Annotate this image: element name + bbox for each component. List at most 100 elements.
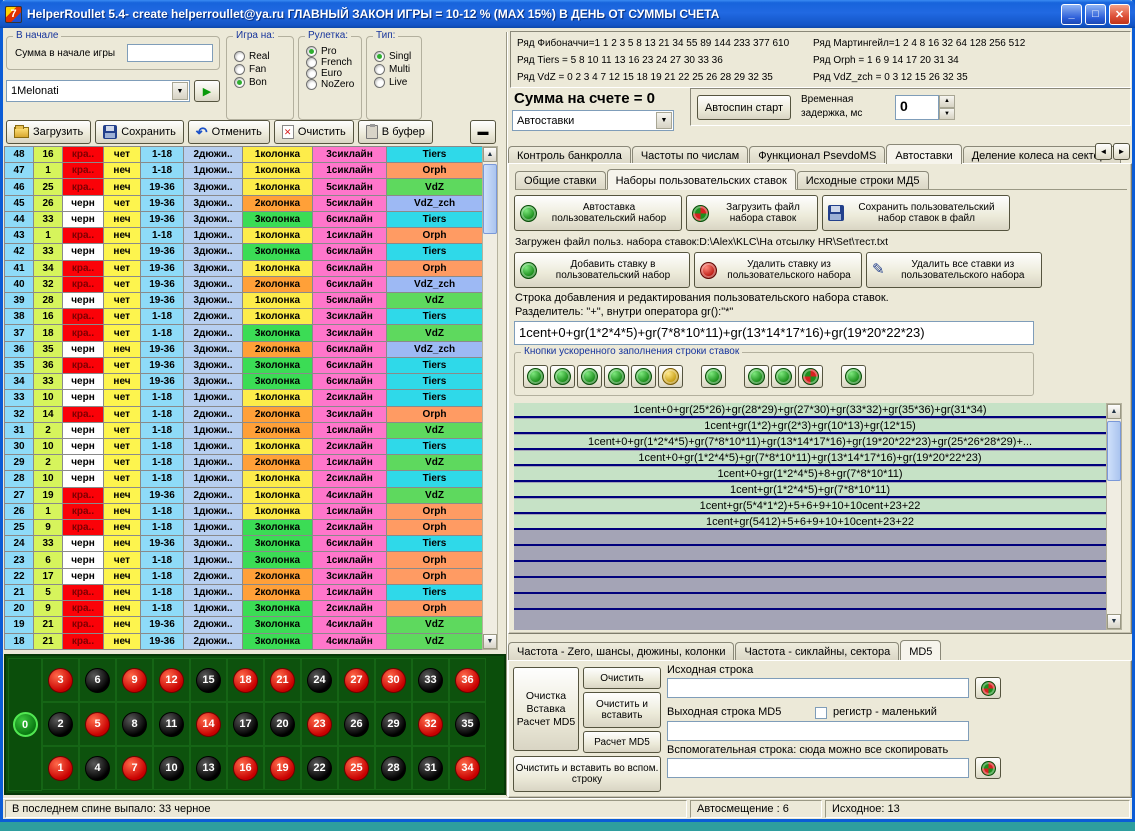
radio-live[interactable]: Live (374, 77, 421, 88)
maximize-button[interactable]: □ (1085, 4, 1106, 25)
button-chip-red-2[interactable]: Удалить ставку из пользовательского набо… (694, 252, 862, 288)
toolbar-button-undo[interactable]: Отменить (188, 120, 270, 144)
radio-real[interactable]: Real (234, 51, 293, 62)
sub-tab-1[interactable]: Общие ставки (515, 171, 606, 189)
main-tab-2[interactable]: Частоты по числам (632, 146, 748, 164)
button-pencil-3[interactable]: Удалить все ставки из пользовательского … (866, 252, 1042, 288)
table-row[interactable]: 3928чернчет19-363дюжи..1колонка5сиклайнV… (5, 293, 482, 309)
table-row[interactable]: 3010чернчет1-181дюжи..1колонка2сиклайнTi… (5, 439, 482, 455)
autospin-start-button[interactable]: Автоспин старт (697, 95, 791, 120)
quick-fill-button[interactable] (550, 365, 575, 388)
bet-strings-list[interactable]: 1cent+0+gr(25*26)+gr(28*29)+gr(27*30)+gr… (514, 403, 1106, 630)
quick-fill-button[interactable] (701, 365, 726, 388)
board-cell-35[interactable]: 35 (449, 702, 486, 746)
chevron-down-icon[interactable]: ▼ (172, 82, 188, 100)
main-tab-3[interactable]: Функционал PsevdoMS (749, 146, 885, 164)
table-row[interactable]: 4134кра..чет19-363дюжи..1колонка6сиклайн… (5, 261, 482, 277)
board-cell-32[interactable]: 32 (412, 702, 449, 746)
bet-string-row[interactable]: 1cent+0+gr(1*2*4*5)+8+gr(7*8*10*11) (514, 467, 1106, 482)
table-row[interactable]: 471кра..неч1-181дюжи..1колонка1сиклайнOr… (5, 163, 482, 179)
autobets-select[interactable]: Автоставки ▼ (512, 110, 674, 131)
board-cell-zero[interactable]: 0 (8, 658, 42, 791)
scroll-thumb[interactable] (1107, 421, 1121, 481)
board-cell-13[interactable]: 13 (190, 746, 227, 790)
board-cell-18[interactable]: 18 (227, 658, 264, 702)
radio-bon[interactable]: Bon (234, 77, 293, 88)
table-row[interactable]: 292чернчет1-181дюжи..2колонка1сиклайнVdZ (5, 455, 482, 471)
board-cell-10[interactable]: 10 (153, 746, 190, 790)
start-sum-input[interactable] (127, 44, 213, 62)
board-cell-3[interactable]: 3 (42, 658, 79, 702)
radio-nozero[interactable]: NoZero (306, 79, 361, 90)
table-row[interactable]: 4032кра..чет19-363дюжи..2колонка6сиклайн… (5, 277, 482, 293)
scroll-down-icon[interactable]: ▼ (1107, 614, 1121, 629)
board-cell-1[interactable]: 1 (42, 746, 79, 790)
table-row[interactable]: 4526чернчет19-363дюжи..2колонка5сиклайнV… (5, 196, 482, 212)
table-row[interactable]: 1921кра..неч19-362дюжи..3колонка4сиклайн… (5, 617, 482, 633)
tab-scroll-right-icon[interactable]: ► (1113, 143, 1130, 160)
table-row[interactable]: 2810чернчет1-181дюжи..1колонка2сиклайнTi… (5, 471, 482, 487)
titlebar[interactable]: 7 HelperRoullet 5.4- create helperroulle… (0, 0, 1135, 28)
scroll-track[interactable] (1107, 419, 1121, 614)
scroll-down-icon[interactable]: ▼ (483, 634, 497, 649)
radio-multi[interactable]: Multi (374, 64, 421, 75)
bet-string-row[interactable]: 1cent+0+gr(25*26)+gr(28*29)+gr(27*30)+gr… (514, 403, 1106, 418)
board-cell-20[interactable]: 20 (264, 702, 301, 746)
sub-tab-3[interactable]: Исходные строки МД5 (797, 171, 929, 189)
lowercase-checkbox[interactable] (815, 707, 827, 719)
bet-string-row[interactable]: 1cent+0+gr(1*2*4*5)+gr(7*8*10*11)+gr(13*… (514, 451, 1106, 466)
bet-string-row[interactable]: 1cent+0+gr(1*2*4*5)+gr(7*8*10*11)+gr(13*… (514, 435, 1106, 450)
minimize-button[interactable]: _ (1061, 4, 1082, 25)
close-button[interactable]: ✕ (1109, 4, 1130, 25)
md5-aux-chip-button[interactable] (975, 757, 1001, 779)
bet-string-row[interactable]: 1cent+gr(1*2*4*5)+gr(7*8*10*11) (514, 483, 1106, 498)
board-cell-29[interactable]: 29 (375, 702, 412, 746)
quick-fill-button[interactable] (744, 365, 769, 388)
board-cell-7[interactable]: 7 (116, 746, 153, 790)
scroll-up-icon[interactable]: ▲ (483, 147, 497, 162)
button-chip-1[interactable]: Добавить ставку в пользовательский набор (514, 252, 690, 288)
board-cell-6[interactable]: 6 (79, 658, 116, 702)
button-diskette-3[interactable]: Сохранить пользовательский набор ставок … (822, 195, 1010, 231)
delay-value[interactable]: 0 (895, 95, 939, 120)
board-cell-21[interactable]: 21 (264, 658, 301, 702)
chevron-down-icon[interactable]: ▼ (656, 112, 672, 129)
scroll-track[interactable] (483, 162, 497, 634)
board-number-0[interactable]: 0 (13, 712, 38, 737)
bet-list-scrollbar[interactable]: ▲ ▼ (1106, 403, 1122, 630)
table-row[interactable]: 4433черннеч19-363дюжи..3колонка6сиклайнT… (5, 212, 482, 228)
board-cell-19[interactable]: 19 (264, 746, 301, 790)
board-cell-25[interactable]: 25 (338, 746, 375, 790)
table-row[interactable]: 259кра..неч1-181дюжи..3колонка2сиклайнOr… (5, 520, 482, 536)
history-scrollbar[interactable]: ▲ ▼ (482, 146, 498, 650)
board-cell-12[interactable]: 12 (153, 658, 190, 702)
bet-string-input[interactable]: 1cent+0+gr(1*2*4*5)+gr(7*8*10*11)+gr(13*… (514, 321, 1034, 345)
bet-string-row[interactable]: 1cent+gr(1*2)+gr(2*3)+gr(10*13)+gr(12*15… (514, 419, 1106, 434)
board-cell-31[interactable]: 31 (412, 746, 449, 790)
quick-fill-button[interactable] (658, 365, 683, 388)
board-cell-36[interactable]: 36 (449, 658, 486, 702)
table-row[interactable]: 261кра..неч1-181дюжи..1колонка1сиклайнOr… (5, 504, 482, 520)
quick-fill-button[interactable] (604, 365, 629, 388)
md5-clear-paste-aux-button[interactable]: Очистить и вставить во вспом. строку (513, 756, 661, 792)
play-button[interactable] (194, 80, 220, 102)
radio-french[interactable]: French (306, 57, 361, 68)
radio-singl[interactable]: Singl (374, 51, 421, 62)
table-row[interactable]: 312чернчет1-181дюжи..2колонка1сиклайнVdZ (5, 423, 482, 439)
bet-string-row[interactable]: 1cent+gr(5*4*1*2)+5+6+9+10+10cent+23+22 (514, 499, 1106, 514)
table-row[interactable]: 3635черннеч19-363дюжи..2колонка6сиклайнV… (5, 342, 482, 358)
board-cell-30[interactable]: 30 (375, 658, 412, 702)
table-row[interactable]: 431кра..неч1-181дюжи..1колонка1сиклайнOr… (5, 228, 482, 244)
md5-source-input[interactable] (667, 678, 969, 698)
board-cell-33[interactable]: 33 (412, 658, 449, 702)
board-cell-2[interactable]: 2 (42, 702, 79, 746)
table-row[interactable]: 209кра..неч1-181дюжи..3колонка2сиклайнOr… (5, 601, 482, 617)
board-cell-24[interactable]: 24 (301, 658, 338, 702)
board-cell-26[interactable]: 26 (338, 702, 375, 746)
table-row[interactable]: 4816кра..чет1-182дюжи..1колонка3сиклайнT… (5, 147, 482, 163)
strategy-select[interactable]: 1Melonati ▼ (6, 80, 190, 102)
board-cell-11[interactable]: 11 (153, 702, 190, 746)
board-cell-28[interactable]: 28 (375, 746, 412, 790)
table-row[interactable]: 215кра..неч1-181дюжи..2колонка1сиклайнTi… (5, 585, 482, 601)
button-chip-1[interactable]: Автоставка пользовательский набор (514, 195, 682, 231)
